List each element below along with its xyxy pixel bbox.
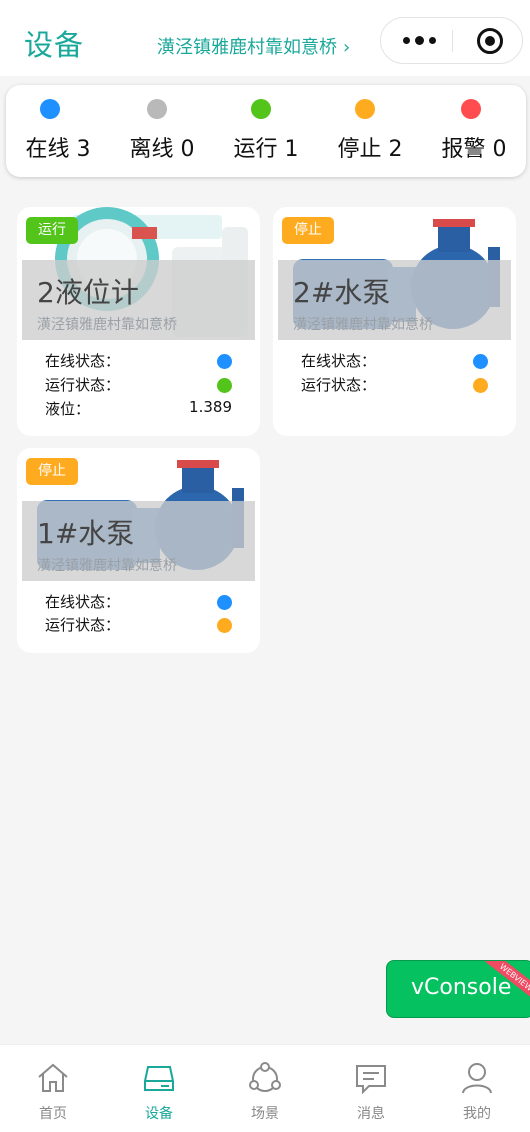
profile-icon: [462, 1063, 492, 1094]
device-name: 2#水泵: [293, 276, 391, 309]
run-indicator-icon: [473, 378, 488, 393]
online-indicator-icon: [217, 354, 232, 369]
device-address: 潢泾镇雅鹿村靠如意桥: [37, 317, 177, 333]
level-row: 液位： 1.389: [45, 398, 232, 420]
vconsole-button[interactable]: vConsole WEBVIEW: [386, 960, 530, 1018]
nav-header: 设备 潢泾镇雅鹿村靠如意桥 ›: [0, 0, 530, 76]
alarm-dot-icon: [461, 99, 481, 119]
tab-scene-label: 场景: [251, 1106, 279, 1122]
capsule-divider: [452, 30, 453, 52]
run-status-label: 运行状态：: [301, 376, 377, 394]
chevron-right-icon: ›: [343, 37, 351, 58]
page-title: 设备: [24, 28, 85, 62]
run-indicator-icon: [217, 378, 232, 393]
online-indicator-icon: [217, 595, 232, 610]
level-value: 1.389: [189, 398, 232, 416]
tab-profile[interactable]: 我的: [424, 1045, 530, 1132]
online-status-row: 在线状态：: [301, 350, 488, 372]
summary-alarm-label: 报警 0: [441, 137, 507, 162]
summary-offline[interactable]: 离线 0: [110, 85, 214, 177]
vconsole-label: vConsole: [411, 975, 512, 1000]
running-dot-icon: [251, 99, 271, 119]
summary-online-label: 在线 3: [25, 137, 91, 162]
summary-offline-label: 离线 0: [129, 137, 195, 162]
device-address: 潢泾镇雅鹿村靠如意桥: [37, 558, 177, 574]
home-icon: [38, 1063, 68, 1092]
location-label: 潢泾镇雅鹿村靠如意桥: [157, 37, 337, 58]
device-card-pump-1[interactable]: 1#水泵 潢泾镇雅鹿村靠如意桥 停止 在线状态： 运行状态：: [17, 448, 260, 653]
online-indicator-icon: [473, 354, 488, 369]
status-badge: 停止: [282, 217, 334, 244]
device-address: 潢泾镇雅鹿村靠如意桥: [293, 317, 433, 333]
summary-running[interactable]: 运行 1: [214, 85, 318, 177]
run-status-label: 运行状态：: [45, 616, 121, 634]
tab-message-label: 消息: [357, 1106, 385, 1122]
online-status-row: 在线状态：: [45, 350, 232, 372]
more-options-icon[interactable]: [401, 28, 441, 52]
tab-home[interactable]: 首页: [0, 1045, 106, 1132]
level-label: 液位：: [45, 400, 91, 418]
bottom-tab-bar: 首页 设备 场景 消息 我的: [0, 1044, 530, 1132]
device-card-level-meter[interactable]: 2液位计 潢泾镇雅鹿村靠如意桥 运行 在线状态： 运行状态： 液位： 1.389: [17, 207, 260, 436]
message-icon: [356, 1065, 386, 1095]
device-card-pump-2[interactable]: 2#水泵 潢泾镇雅鹿村靠如意桥 停止 在线状态： 运行状态：: [273, 207, 516, 436]
miniprogram-capsule: [380, 17, 523, 64]
online-status-label: 在线状态：: [45, 593, 121, 611]
tab-profile-label: 我的: [463, 1106, 491, 1122]
close-miniprogram-icon[interactable]: [477, 28, 503, 54]
device-name: 1#水泵: [37, 517, 135, 550]
online-dot-icon: [40, 99, 60, 119]
run-status-label: 运行状态：: [45, 376, 121, 394]
offline-dot-icon: [147, 99, 167, 119]
status-badge: 停止: [26, 458, 78, 485]
run-status-row: 运行状态：: [45, 374, 232, 396]
summary-online[interactable]: 在线 3: [6, 85, 110, 177]
tab-home-label: 首页: [39, 1106, 67, 1122]
status-summary: 在线 3 离线 0 运行 1 停止 2 报警 0: [6, 85, 526, 177]
tab-device[interactable]: 设备: [106, 1045, 212, 1132]
scene-icon: [249, 1062, 281, 1092]
stopped-dot-icon: [355, 99, 375, 119]
online-status-label: 在线状态：: [301, 352, 377, 370]
online-status-row: 在线状态：: [45, 591, 232, 613]
tab-device-label: 设备: [145, 1106, 173, 1122]
tab-scene[interactable]: 场景: [212, 1045, 318, 1132]
status-badge: 运行: [26, 217, 78, 244]
run-status-row: 运行状态：: [45, 614, 232, 636]
device-icon: [144, 1066, 174, 1091]
run-indicator-icon: [217, 618, 232, 633]
device-name: 2液位计: [37, 276, 139, 309]
summary-alarm[interactable]: 报警 0: [422, 85, 526, 177]
tab-message[interactable]: 消息: [318, 1045, 424, 1132]
summary-running-label: 运行 1: [233, 137, 299, 162]
summary-stopped[interactable]: 停止 2: [318, 85, 422, 177]
summary-stopped-label: 停止 2: [337, 137, 403, 162]
run-status-row: 运行状态：: [301, 374, 488, 396]
online-status-label: 在线状态：: [45, 352, 121, 370]
location-selector[interactable]: 潢泾镇雅鹿村靠如意桥 ›: [157, 33, 350, 59]
